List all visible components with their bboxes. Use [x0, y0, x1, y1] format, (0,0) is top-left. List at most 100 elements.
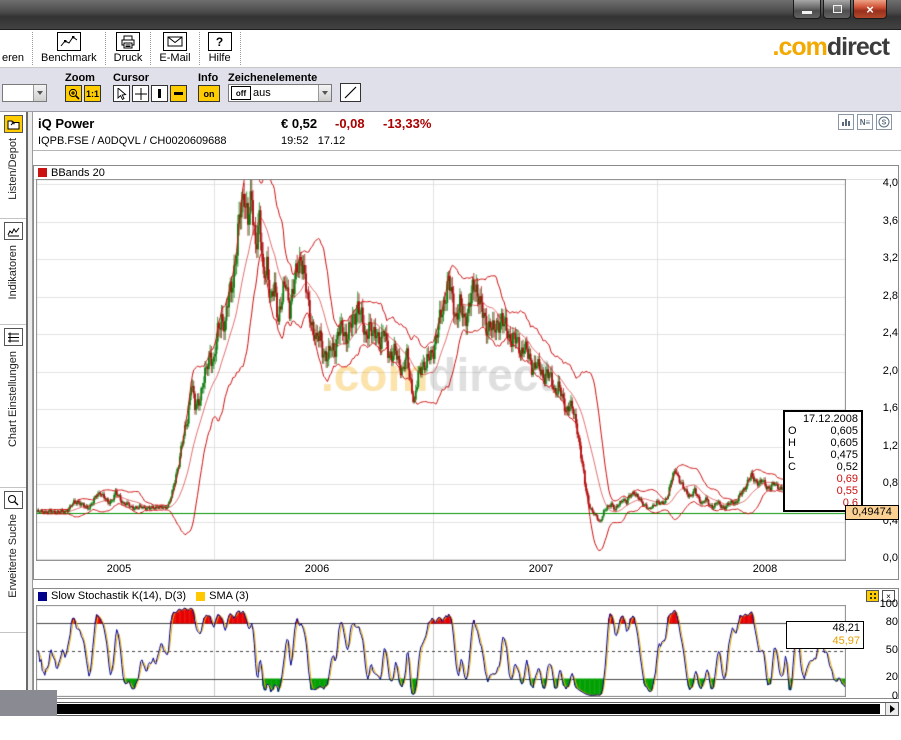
price-change-absolute: -0,08: [335, 116, 365, 131]
sidebar-tab-label: Erweiterte Suche: [7, 512, 19, 600]
info-on-button[interactable]: on: [198, 85, 220, 102]
restore-button[interactable]: [823, 0, 851, 19]
stochastic-info-box: 48,21 45,97: [786, 621, 864, 649]
diagonal-line-icon: [344, 86, 357, 99]
sidebar-tab-chart-einstellungen[interactable]: Chart Einstellungen: [0, 325, 26, 488]
current-price-marker: 0,49474: [845, 505, 899, 520]
zoom-magnifier-button[interactable]: [65, 85, 82, 102]
dropdown-arrow-icon[interactable]: [318, 85, 331, 101]
sma-legend-swatch: [196, 592, 205, 601]
info-row-high: H0,605: [788, 437, 858, 449]
info-box-date: 17.12.2008: [788, 413, 858, 425]
cursor-crosshair-button[interactable]: [132, 85, 149, 102]
chart-controls-toolbar: Zoom 1:1 Cursor Info on Zeichenelemente …: [0, 68, 901, 112]
stochastic-legend-swatch: [38, 592, 47, 601]
info-group-label: Info: [198, 72, 218, 84]
sidebar-tab-listen-depot[interactable]: Listen/Depot: [0, 112, 26, 219]
top-toolbar: eren Benchmark Druck E-Mail ? Hilfe: [0, 30, 901, 68]
price-change-percent: -13,33%: [383, 116, 431, 131]
currency-button[interactable]: S: [876, 114, 892, 130]
info-row-low: L0,475: [788, 449, 858, 461]
info-row-close: C0,52: [788, 461, 858, 473]
scroll-right-icon: [890, 705, 895, 713]
logo-direct-part: direct: [827, 33, 889, 61]
news-button[interactable]: N≡: [857, 114, 873, 130]
stochastic-axis-tick: 50: [868, 644, 898, 656]
toolbar-item-label: E-Mail: [159, 52, 190, 64]
settings-list-icon: [4, 328, 23, 346]
sidebar-divider[interactable]: [26, 112, 33, 716]
scroll-right-button[interactable]: [885, 703, 898, 715]
info-row-open: O0,605: [788, 425, 858, 437]
price-axis-tick: 1,2: [868, 440, 898, 452]
arrow-cursor-icon: [117, 88, 127, 100]
envelope-icon: [163, 32, 187, 51]
time-axis-tick: 2008: [753, 563, 777, 575]
print-button[interactable]: Druck: [107, 30, 150, 67]
benchmark-button[interactable]: Benchmark: [34, 30, 104, 67]
currency-circle-icon: S: [878, 116, 890, 128]
instrument-name: iQ Power: [38, 116, 94, 131]
stochastic-axis-tick: 20: [868, 671, 898, 683]
last-price: € 0,52: [281, 116, 317, 131]
magnifier-plus-icon: [68, 88, 80, 100]
sidebar-tabs: Listen/Depot Indikatoren Chart Einstellu…: [0, 112, 26, 716]
sidebar-tab-indikatoren[interactable]: Indikatoren: [0, 219, 26, 325]
sidebar-tab-label: Chart Einstellungen: [7, 349, 19, 449]
help-button[interactable]: ? Hilfe: [201, 30, 239, 67]
stochastic-axis-tick: 0: [868, 690, 898, 702]
toolbar-item-partial[interactable]: eren: [0, 30, 31, 67]
magnifier-icon: [4, 491, 23, 509]
draw-line-button[interactable]: [340, 83, 361, 102]
price-axis-tick: 2,8: [868, 290, 898, 302]
instrument-identifiers: IQPB.FSE / A0DQVL / CH0020609688: [38, 135, 227, 147]
toolbar-item-label: Hilfe: [209, 52, 231, 64]
minimize-button[interactable]: [793, 0, 821, 19]
price-axis-tick: 1,6: [868, 402, 898, 414]
close-button[interactable]: ×: [853, 0, 887, 19]
time-axis-tick: 2007: [529, 563, 553, 575]
price-axis-tick: 2,0: [868, 365, 898, 377]
folder-open-icon: [4, 115, 23, 133]
svg-text:S: S: [882, 120, 887, 127]
draw-elements-group-label: Zeichenelemente: [228, 72, 317, 84]
email-button[interactable]: E-Mail: [152, 30, 197, 67]
help-icon: ?: [208, 32, 232, 51]
price-chart-canvas[interactable]: [36, 179, 846, 561]
price-axis-tick: 3,6: [868, 215, 898, 227]
draw-elements-off-button[interactable]: off: [231, 86, 251, 100]
info-band-middle: 0,55: [788, 485, 858, 497]
toolbar-separator: [199, 32, 200, 65]
sidebar-tab-erweiterte-suche[interactable]: Erweiterte Suche: [0, 488, 26, 633]
bar-chart-view-button[interactable]: [838, 114, 854, 130]
price-axis-tick: 0,8: [868, 477, 898, 489]
quote-date-value: 17.12: [318, 135, 346, 147]
benchmark-chart-icon: [57, 32, 81, 51]
window-titlebar: ×: [0, 0, 901, 30]
cursor-group-label: Cursor: [113, 72, 149, 84]
time-range-scrollbar[interactable]: [33, 702, 899, 716]
price-axis-tick: 2,4: [868, 327, 898, 339]
cursor-arrow-button[interactable]: [113, 85, 130, 102]
instrument-dropdown[interactable]: [2, 84, 47, 102]
bbands-legend-swatch: [38, 168, 47, 177]
cursor-horizontal-line-button[interactable]: [170, 85, 187, 102]
draw-elements-dropdown[interactable]: off aus: [228, 84, 332, 102]
stochastic-legend-label: Slow Stochastik K(14), D(3): [51, 590, 186, 602]
main-chart-panel: BBands 20: [33, 165, 899, 580]
stochastic-k-value: 48,21: [790, 622, 860, 635]
zoom-one-to-one-button[interactable]: 1:1: [84, 85, 101, 102]
dropdown-arrow-icon[interactable]: [33, 85, 46, 101]
restore-icon: [833, 5, 842, 13]
toolbar-item-label: eren: [2, 52, 24, 64]
cursor-vertical-line-button[interactable]: [151, 85, 168, 102]
horizontal-line-icon: [174, 92, 183, 95]
stochastic-canvas[interactable]: [36, 605, 846, 697]
time-axis-tick: 2005: [107, 563, 131, 575]
quote-time-value: 19:52: [281, 135, 309, 147]
vertical-line-icon: [158, 89, 161, 98]
chart-application-window: × eren Benchmark Druck E-Mail: [0, 0, 901, 740]
scrollbar-thumb[interactable]: [48, 704, 880, 714]
price-axis-tick: 0,0: [868, 552, 898, 564]
stochastic-axis-tick: 80: [868, 616, 898, 628]
